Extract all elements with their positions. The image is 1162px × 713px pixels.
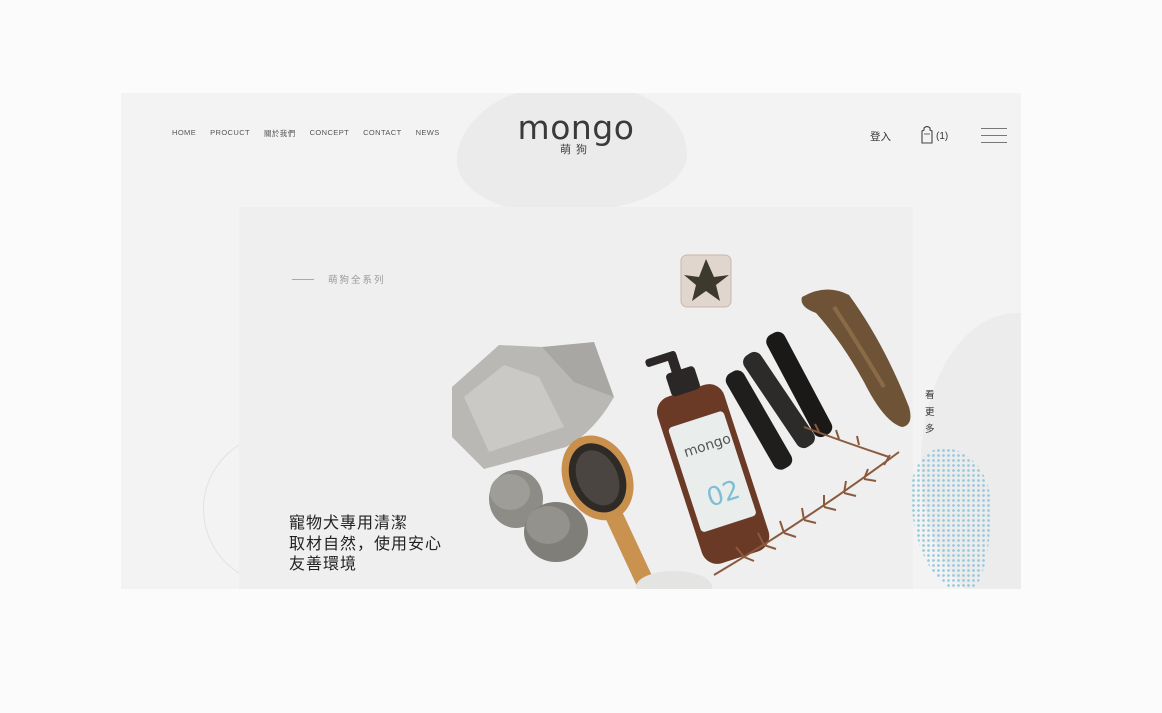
- nav-news[interactable]: NEWS: [416, 128, 440, 139]
- cart-button[interactable]: (1): [921, 125, 949, 147]
- see-more-link[interactable]: 看更多: [925, 387, 937, 438]
- hero-tagline-line: 取材自然，使用安心: [289, 533, 443, 553]
- plant-jar-icon: [680, 254, 732, 308]
- bag-icon: [921, 125, 933, 147]
- login-link[interactable]: 登入: [870, 129, 891, 144]
- nav-contact[interactable]: CONTACT: [363, 128, 402, 139]
- cart-count: (1): [936, 131, 949, 142]
- site-logo[interactable]: mongo 萌狗: [516, 111, 636, 157]
- logo-wordmark: mongo: [517, 108, 635, 147]
- hero-tagline-line: 寵物犬專用清潔: [289, 513, 409, 532]
- hero-tagline-line: 友善環境: [289, 554, 358, 573]
- nav-product[interactable]: PROCUCT: [210, 128, 250, 139]
- nav-concept[interactable]: CONCEPT: [310, 128, 349, 139]
- site-frame: HOME PROCUCT 關於我們 CONCEPT CONTACT NEWS m…: [121, 93, 1021, 589]
- hamburger-menu-icon[interactable]: [981, 128, 1007, 143]
- hero-eyebrow-text: 萌狗全系列: [328, 275, 386, 286]
- product-photo: mongo 02: [452, 254, 911, 589]
- main-nav: HOME PROCUCT 關於我們 CONCEPT CONTACT NEWS: [172, 128, 440, 139]
- nav-home[interactable]: HOME: [172, 128, 196, 139]
- hero-eyebrow: 萌狗全系列: [292, 272, 386, 286]
- nav-about[interactable]: 關於我們: [264, 128, 296, 139]
- hero-banner: 萌狗全系列 mongo 02 寵物犬專用清潔 取材自然，使用安心 友善環境: [239, 207, 913, 589]
- decorative-dot-pattern: [911, 448, 991, 589]
- hero-tagline: 寵物犬專用清潔 取材自然，使用安心 友善環境: [289, 513, 442, 575]
